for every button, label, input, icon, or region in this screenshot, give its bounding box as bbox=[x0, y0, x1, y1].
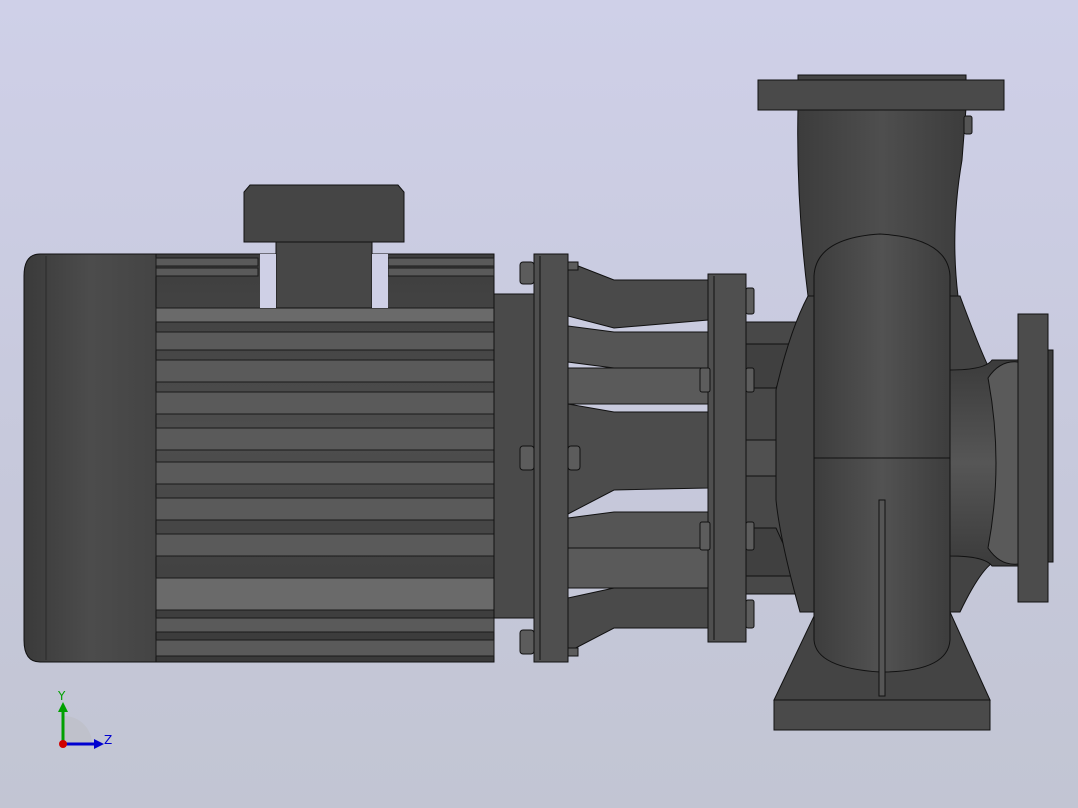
cooling-fin bbox=[155, 307, 495, 323]
foot-base-plate bbox=[773, 699, 991, 731]
suction-flange-face bbox=[1047, 349, 1054, 563]
cooling-fin bbox=[155, 639, 495, 657]
bracket-rib-upper bbox=[567, 325, 709, 369]
bracket-flange bbox=[533, 253, 569, 663]
terminal-box-neck bbox=[275, 241, 373, 309]
terminal-box-gap-right bbox=[372, 254, 388, 308]
bolt-head bbox=[745, 367, 755, 393]
discharge-flange bbox=[757, 79, 1005, 111]
bolt-head bbox=[745, 599, 755, 629]
cooling-fin bbox=[155, 461, 495, 485]
bolt-head bbox=[745, 287, 755, 315]
cooling-fin bbox=[387, 267, 495, 277]
bolt-head bbox=[567, 445, 581, 471]
bracket-rib-bottom bbox=[567, 587, 709, 653]
cooling-fin bbox=[155, 497, 495, 521]
y-axis-label: Y bbox=[57, 689, 66, 703]
bracket-rib-top bbox=[567, 261, 709, 329]
cad-viewport[interactable]: Y Z bbox=[0, 0, 1078, 808]
bolt-head bbox=[567, 261, 579, 271]
cooling-fin bbox=[155, 359, 495, 383]
bracket[interactable] bbox=[533, 253, 709, 663]
suction-flange bbox=[1017, 313, 1049, 603]
cooling-fin bbox=[387, 257, 495, 267]
bolt-head bbox=[699, 367, 711, 393]
cooling-fin bbox=[155, 617, 495, 633]
terminal-box[interactable] bbox=[243, 184, 405, 309]
cooling-fin bbox=[155, 391, 495, 415]
terminal-box-gap-left bbox=[260, 254, 276, 308]
bracket-core-lower bbox=[567, 547, 709, 589]
motor[interactable] bbox=[23, 253, 495, 663]
bolt-head bbox=[745, 521, 755, 551]
bolt-head bbox=[699, 521, 711, 551]
bracket-core bbox=[567, 367, 709, 405]
bolt-head bbox=[519, 629, 535, 655]
y-axis-arrowhead bbox=[58, 702, 68, 712]
cooling-fin bbox=[155, 533, 495, 557]
bolt-head bbox=[567, 647, 579, 657]
cooling-fin bbox=[155, 257, 259, 267]
bolt-head bbox=[519, 445, 535, 471]
cooling-fin bbox=[155, 267, 259, 277]
volute-rib bbox=[878, 499, 886, 697]
bracket-rib-middle bbox=[567, 403, 709, 515]
terminal-box-cover bbox=[243, 184, 405, 243]
bolt-head bbox=[519, 261, 535, 285]
triad-arc bbox=[64, 716, 92, 744]
coordinate-triad: Y Z bbox=[57, 689, 112, 749]
motor-end-cap bbox=[23, 253, 157, 663]
z-axis-arrowhead bbox=[94, 739, 104, 749]
cooling-fin bbox=[155, 427, 495, 451]
cooling-fin bbox=[155, 331, 495, 351]
centrifugal-pump-model[interactable] bbox=[23, 74, 1054, 731]
x-axis-dot bbox=[59, 740, 67, 748]
z-axis-label: Z bbox=[104, 733, 112, 747]
discharge-flange-bolt bbox=[963, 115, 973, 135]
cooling-fin bbox=[155, 577, 495, 611]
